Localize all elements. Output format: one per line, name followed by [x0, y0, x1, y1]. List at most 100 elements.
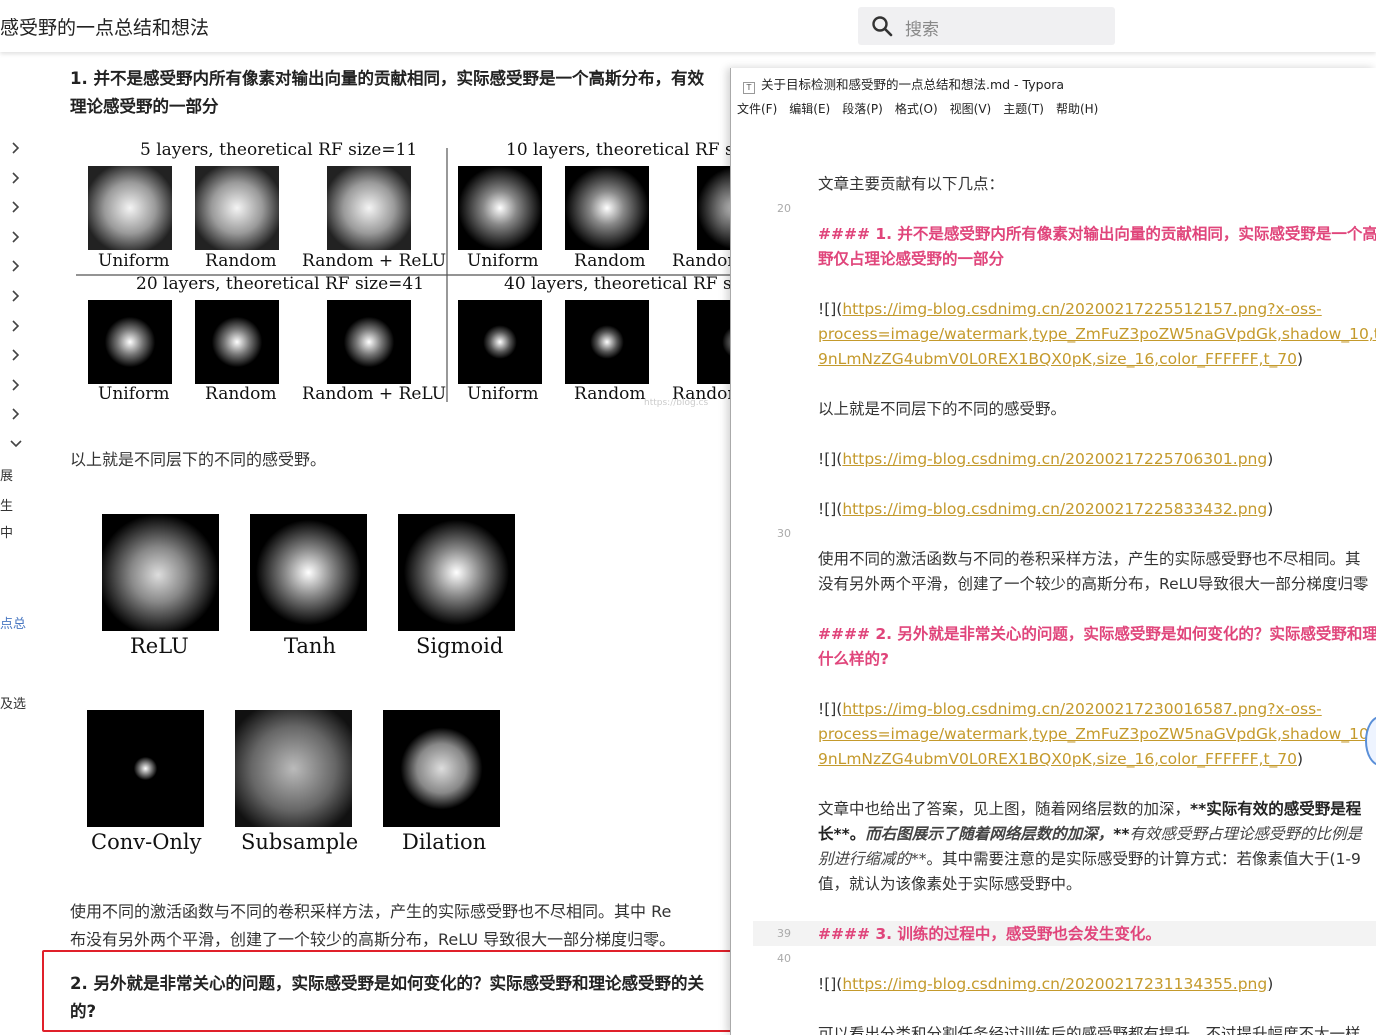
editor-line: 文章主要贡献有以下几点：	[818, 175, 1005, 193]
search-box[interactable]: 搜索	[858, 7, 1115, 45]
chevron-right-icon[interactable]	[10, 201, 22, 213]
line-number: 40	[777, 952, 791, 965]
menu-bar: 文件(F) 编辑(E) 段落(P) 格式(O) 视图(V) 主题(T) 帮助(H…	[737, 100, 1098, 120]
menu-file[interactable]: 文件(F)	[737, 100, 777, 120]
figure-title: 5 layers, theoretical RF size=11	[140, 140, 418, 160]
chevron-right-icon[interactable]	[10, 320, 22, 332]
figure-title: 20 layers, theoretical RF size=41	[136, 274, 425, 294]
editor-heading: #### 1. 并不是感受野内所有像素对输出向量的贡献相同，实际感受野是一个高	[818, 225, 1376, 243]
image-url[interactable]: 9nLmNzZG4ubmV0L0REX1BQX0pK,size_16,color…	[818, 350, 1297, 368]
search-icon	[872, 16, 893, 37]
editor-image-link: ![](https://img-blog.csdnimg.cn/20200217…	[818, 450, 1274, 468]
editor-line: 值，就认为该像素处于实际感受野中。	[818, 875, 1082, 893]
chevron-right-icon[interactable]	[10, 408, 22, 420]
image-url[interactable]: https://img-blog.csdnimg.cn/202002172311…	[842, 975, 1267, 993]
editor-line: 没有另外两个平滑，创建了一个较少的高斯分布，ReLU导致很大一部分梯度归零	[818, 575, 1369, 593]
toc-item[interactable]: 生	[0, 495, 13, 514]
editor-heading: #### 3. 训练的过程中，感受野也会发生变化。	[818, 925, 1161, 943]
figure-label: Dilation	[402, 830, 487, 854]
chevron-down-icon[interactable]	[10, 438, 22, 450]
image-url[interactable]: https://img-blog.csdnimg.cn/202002172257…	[842, 450, 1267, 468]
section-heading-1: 1. 并不是感受野内所有像素对输出向量的贡献相同，实际感受野是一个高斯分布，有效	[70, 69, 704, 88]
editor-line: 文章中也给出了答案，见上图，随着网络层数的加深，**实际有效的感受野是程	[818, 800, 1362, 818]
editor-image-link: 9nLmNzZG4ubmV0L0REX1BQX0pK,size_16,color…	[818, 350, 1304, 368]
menu-format[interactable]: 格式(O)	[895, 100, 938, 120]
figure-label: Sigmoid	[416, 634, 504, 658]
editor-line: 长**。而右图展示了随着网络层数的加深，**有效感受野占理论感受野的比例是	[818, 825, 1362, 843]
rf-layers-figure: 5 layers, theoretical RF size=11 10 laye…	[76, 140, 732, 412]
typora-window: T 关于目标检测和感受野的一点总结和想法.md - Typora 文件(F) 编辑…	[730, 68, 1376, 1035]
blog-header: 感受野的一点总结和想法 搜索	[0, 0, 1376, 52]
image-url[interactable]: 9nLmNzZG4ubmV0L0REX1BQX0pK,size_16,color…	[818, 750, 1297, 768]
article-pane: 展 生 中 点总 及选 1. 并不是感受野内所有像素对输出向量的贡献相同，实际感…	[0, 52, 732, 1035]
menu-help[interactable]: 帮助(H)	[1056, 100, 1098, 120]
figure-label: Uniform	[98, 251, 170, 271]
figure-label: Random	[672, 251, 732, 271]
paragraph: 以上就是不同层下的不同的感受野。	[70, 450, 327, 469]
editor-image-link: ![](https://img-blog.csdnimg.cn/20200217…	[818, 300, 1322, 318]
window-title: T 关于目标检测和感受野的一点总结和想法.md - Typora	[743, 74, 1064, 94]
paragraph: 使用不同的激活函数与不同的卷积采样方法，产生的实际感受野也不尽相同。其中 Re	[70, 902, 672, 921]
editor-image-link: 9nLmNzZG4ubmV0L0REX1BQX0pK,size_16,color…	[818, 750, 1304, 768]
menu-theme[interactable]: 主题(T)	[1003, 100, 1044, 120]
editor-line: 别进行缩减的**。其中需要注意的是实际感受野的计算方式：若像素值大于(1-9	[818, 850, 1361, 868]
menu-paragraph[interactable]: 段落(P)	[842, 100, 883, 120]
figure-label: Uniform	[467, 251, 539, 271]
editor-image-link: process=image/watermark,type_ZmFuZ3poZW5…	[818, 322, 1376, 347]
figure-title: 10 layers, theoretical RF size=	[506, 140, 732, 160]
page-title: 感受野的一点总结和想法	[0, 17, 210, 39]
sampling-rf-figure: Conv-Only Subsample Dilation	[85, 708, 505, 860]
figure-title: 40 layers, theoretical RF size=	[504, 274, 732, 294]
line-number: 39	[777, 927, 791, 940]
figure-label: Random	[574, 384, 646, 404]
section-heading-1-cont: 理论感受野的一部分	[70, 97, 219, 116]
line-number: 30	[777, 527, 791, 540]
toc-item[interactable]: 及选	[0, 693, 26, 712]
image-url[interactable]: https://img-blog.csdnimg.cn/202002172255…	[842, 300, 1321, 318]
typora-app-icon: T	[743, 82, 755, 94]
line-number: 20	[777, 202, 791, 215]
editor-image-link: ![](https://img-blog.csdnimg.cn/20200217…	[818, 700, 1322, 718]
chevron-right-icon[interactable]	[10, 379, 22, 391]
activation-rf-figure: ReLU Tanh Sigmoid	[100, 512, 520, 664]
chevron-right-icon[interactable]	[10, 231, 22, 243]
editor-image-link: ![](https://img-blog.csdnimg.cn/20200217…	[818, 500, 1274, 518]
chevron-right-icon[interactable]	[10, 260, 22, 272]
figure-label: Random + ReLU	[302, 384, 447, 404]
editor-image-link: process=image/watermark,type_ZmFuZ3poZW5…	[818, 722, 1376, 747]
editor-line: 可以看出分类和分割任务经过训练后的感受野都有提升，不过提升幅度不太一样	[818, 1025, 1361, 1035]
chevron-right-icon[interactable]	[10, 349, 22, 361]
search-input[interactable]: 搜索	[905, 15, 939, 40]
highlight-box	[42, 950, 748, 1032]
figure-label: Random	[205, 251, 277, 271]
menu-edit[interactable]: 编辑(E)	[789, 100, 830, 120]
figure-label: Subsample	[241, 830, 359, 854]
toc-item-active[interactable]: 点总	[0, 613, 26, 632]
image-url[interactable]: process=image/watermark,type_ZmFuZ3poZW5…	[818, 325, 1376, 343]
chevron-right-icon[interactable]	[10, 142, 22, 154]
image-url[interactable]: https://img-blog.csdnimg.cn/202002172258…	[842, 500, 1267, 518]
figure-label: ReLU	[130, 634, 189, 658]
editor-line: 以上就是不同层下的不同的感受野。	[818, 400, 1067, 418]
activation-rf-images	[102, 514, 515, 631]
image-url[interactable]: process=image/watermark,type_ZmFuZ3poZW5…	[818, 725, 1376, 743]
editor-line: 使用不同的激活函数与不同的卷积采样方法，产生的实际感受野也不尽相同。其	[818, 550, 1361, 568]
toc-item[interactable]: 中	[0, 522, 13, 541]
sampling-rf-images	[87, 710, 500, 827]
figure-label: Uniform	[467, 384, 539, 404]
chevron-right-icon[interactable]	[10, 172, 22, 184]
chevron-right-icon[interactable]	[10, 290, 22, 302]
watermark: https://blog.cs	[644, 398, 709, 408]
markdown-editor[interactable]: 20 30 39 40 文章主要贡献有以下几点： #### 1. 并不是感受野内…	[731, 168, 1376, 1035]
editor-heading: #### 2. 另外就是非常关心的问题，实际感受野是如何变化的？实际感受野和理	[818, 625, 1376, 643]
image-url[interactable]: https://img-blog.csdnimg.cn/202002172300…	[842, 700, 1321, 718]
figure-label: Tanh	[284, 634, 336, 658]
figure-label: Random	[205, 384, 277, 404]
toc-item[interactable]: 展	[0, 465, 13, 484]
editor-heading: 什么样的?	[818, 650, 889, 668]
figure-label: Random + ReLU	[302, 251, 447, 271]
figure-label: Conv-Only	[91, 830, 202, 854]
menu-view[interactable]: 视图(V)	[950, 100, 992, 120]
editor-heading: 野仅占理论感受野的一部分	[818, 250, 1005, 268]
figure-label: Uniform	[98, 384, 170, 404]
